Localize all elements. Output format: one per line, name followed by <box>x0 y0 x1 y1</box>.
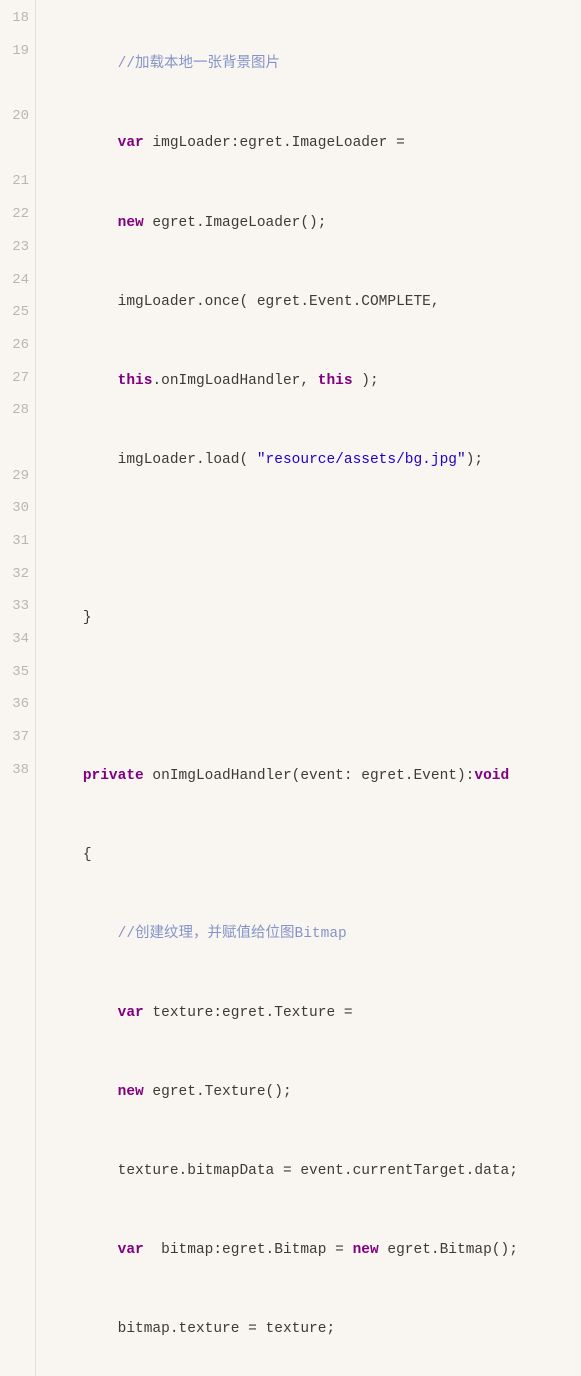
keyword: this <box>318 373 353 389</box>
line-number: 34 <box>0 623 29 656</box>
line-number-gutter: 18 19 20 21 22 23 24 25 26 27 28 29 30 3… <box>0 0 36 1376</box>
line-number <box>0 133 29 166</box>
line-number: 27 <box>0 362 29 395</box>
code-line <box>48 681 581 714</box>
line-number: 32 <box>0 558 29 591</box>
line-number <box>0 427 29 460</box>
line-number: 22 <box>0 198 29 231</box>
code-area[interactable]: //加载本地一张背景图片 var imgLoader:egret.ImageLo… <box>36 0 581 1376</box>
code-line: this.onImgLoadHandler, this ); <box>48 365 581 398</box>
code-line: //创建纹理，并赋值给位图Bitmap <box>48 918 581 951</box>
code-line: new egret.ImageLoader(); <box>48 207 581 240</box>
line-number: 25 <box>0 296 29 329</box>
line-number: 23 <box>0 231 29 264</box>
keyword: var <box>118 1005 144 1021</box>
line-number: 30 <box>0 492 29 525</box>
code-line: var bitmap:egret.Bitmap = new egret.Bitm… <box>48 1234 581 1267</box>
line-number: 36 <box>0 688 29 721</box>
code-line: bitmap.texture = texture; <box>48 1313 581 1346</box>
comment-text: //创建纹理，并赋值给位图Bitmap <box>118 926 347 942</box>
code-line: var imgLoader:egret.ImageLoader = <box>48 127 581 160</box>
line-number: 24 <box>0 264 29 297</box>
line-number: 21 <box>0 165 29 198</box>
code-line: imgLoader.once( egret.Event.COMPLETE, <box>48 286 581 319</box>
keyword: var <box>118 135 144 151</box>
keyword: this <box>118 373 153 389</box>
keyword: new <box>353 1242 379 1258</box>
code-line: texture.bitmapData = event.currentTarget… <box>48 1155 581 1188</box>
code-line: } <box>48 602 581 635</box>
code-line: new egret.Texture(); <box>48 1076 581 1109</box>
keyword: private <box>83 768 144 784</box>
line-number: 31 <box>0 525 29 558</box>
line-number: 33 <box>0 590 29 623</box>
line-number: 38 <box>0 754 29 787</box>
code-line: private onImgLoadHandler(event: egret.Ev… <box>48 760 581 793</box>
string-literal: "resource/assets/bg.jpg" <box>257 452 466 468</box>
comment-text: //加载本地一张背景图片 <box>118 56 280 72</box>
line-number: 18 <box>0 2 29 35</box>
line-number: 35 <box>0 656 29 689</box>
line-number: 29 <box>0 460 29 493</box>
code-line: //加载本地一张背景图片 <box>48 48 581 81</box>
line-number: 28 <box>0 394 29 427</box>
keyword: void <box>474 768 509 784</box>
code-line: var texture:egret.Texture = <box>48 997 581 1030</box>
code-line: { <box>48 839 581 872</box>
line-number: 26 <box>0 329 29 362</box>
code-editor: 18 19 20 21 22 23 24 25 26 27 28 29 30 3… <box>0 0 581 1376</box>
line-number: 37 <box>0 721 29 754</box>
keyword: new <box>118 1084 144 1100</box>
code-line: imgLoader.load( "resource/assets/bg.jpg"… <box>48 444 581 477</box>
keyword: new <box>118 215 144 231</box>
code-line <box>48 523 581 556</box>
line-number <box>0 67 29 100</box>
keyword: var <box>118 1242 144 1258</box>
line-number: 20 <box>0 100 29 133</box>
line-number: 19 <box>0 35 29 68</box>
